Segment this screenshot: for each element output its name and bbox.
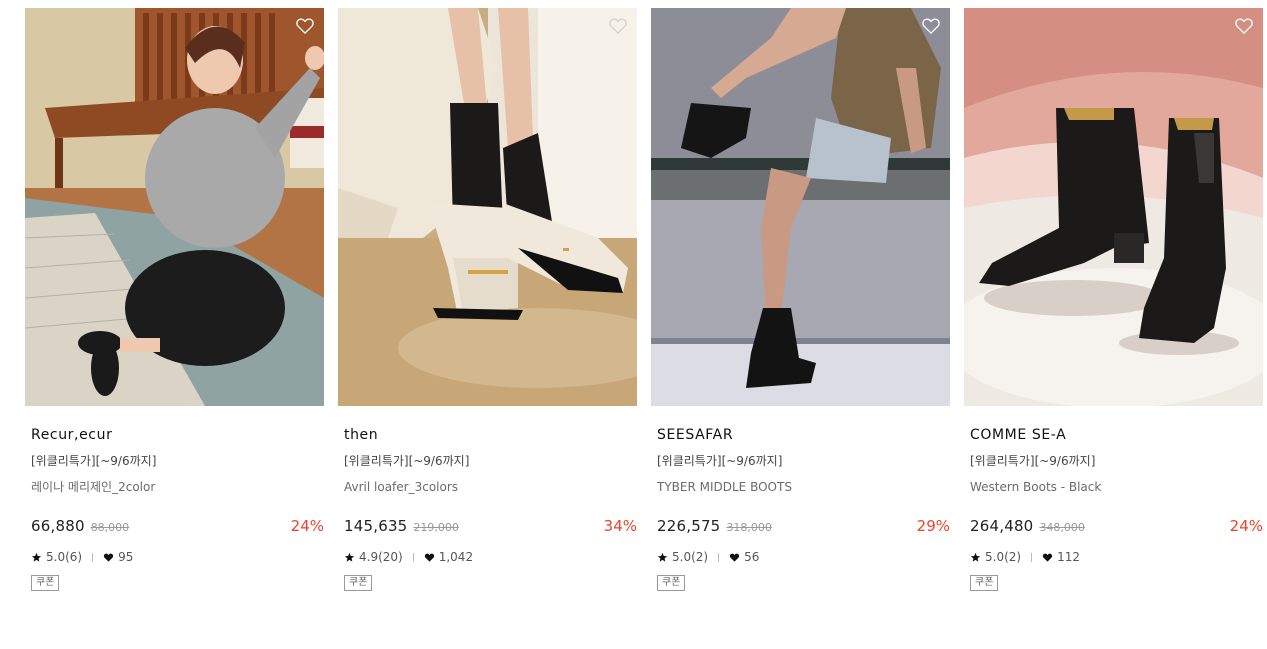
product-stats: 5.0(2) 56 [657, 549, 944, 565]
coupon-badge: 쿠폰 [970, 575, 999, 591]
divider [412, 552, 414, 562]
sale-price: 226,575 [657, 517, 721, 535]
star-icon [657, 552, 668, 563]
likes-count: 56 [744, 550, 760, 564]
product-card[interactable]: then [위클리특가][~9/6까지] Avril loafer_3color… [338, 8, 637, 591]
coupon-badge: 쿠폰 [657, 575, 686, 591]
product-image[interactable] [651, 8, 950, 406]
divider [1031, 552, 1033, 562]
original-price: 88,000 [90, 521, 130, 534]
heart-filled-icon [729, 552, 740, 563]
price-row: 145,635 219,000 34% [344, 517, 637, 539]
promo-tag: [위클리특가][~9/6까지] [31, 454, 157, 468]
product-name[interactable]: TYBER MIDDLE BOOTS [657, 479, 944, 495]
promo-tag: [위클리특가][~9/6까지] [657, 454, 783, 468]
brand-name[interactable]: then [344, 426, 631, 444]
product-photo [964, 8, 1263, 406]
wishlist-heart-icon[interactable] [1234, 16, 1254, 36]
star-icon [31, 552, 42, 563]
discount-rate: 29% [916, 517, 950, 535]
likes-count: 112 [1057, 550, 1080, 564]
product-image[interactable] [338, 8, 637, 406]
product-photo [651, 8, 950, 406]
product-stats: 5.0(2) 112 [970, 549, 1257, 565]
product-stats: 5.0(6) 95 [31, 549, 318, 565]
original-price: 318,000 [726, 521, 772, 534]
promo-tag: [위클리특가][~9/6까지] [344, 454, 470, 468]
original-price: 219,000 [413, 521, 459, 534]
product-card[interactable]: Recur,ecur [위클리특가][~9/6까지] 레이나 메리제인_2col… [25, 8, 324, 591]
product-name[interactable]: 레이나 메리제인_2color [31, 479, 318, 495]
product-photo [338, 8, 637, 406]
rating-value: 5.0(6) [46, 550, 83, 564]
sale-price: 264,480 [970, 517, 1034, 535]
product-image[interactable] [25, 8, 324, 406]
rating-value: 5.0(2) [672, 550, 709, 564]
coupon-badge: 쿠폰 [31, 575, 60, 591]
discount-rate: 34% [603, 517, 637, 535]
product-grid: Recur,ecur [위클리특가][~9/6까지] 레이나 메리제인_2col… [25, 8, 1263, 591]
divider [92, 552, 94, 562]
price-row: 264,480 348,000 24% [970, 517, 1263, 539]
likes-count: 1,042 [438, 550, 474, 564]
product-image[interactable] [964, 8, 1263, 406]
star-icon [970, 552, 981, 563]
rating-value: 4.9(20) [359, 550, 403, 564]
product-name[interactable]: Avril loafer_3colors [344, 479, 631, 495]
wishlist-heart-icon[interactable] [295, 16, 315, 36]
heart-filled-icon [103, 552, 114, 563]
brand-name[interactable]: COMME SE-A [970, 426, 1257, 444]
product-stats: 4.9(20) 1,042 [344, 549, 631, 565]
discount-rate: 24% [290, 517, 324, 535]
likes-count: 95 [118, 550, 134, 564]
sale-price: 66,880 [31, 517, 85, 535]
coupon-badge: 쿠폰 [344, 575, 373, 591]
promo-tag: [위클리특가][~9/6까지] [970, 454, 1096, 468]
discount-rate: 24% [1229, 517, 1263, 535]
rating-value: 5.0(2) [985, 550, 1022, 564]
price-row: 226,575 318,000 29% [657, 517, 950, 539]
heart-filled-icon [1042, 552, 1053, 563]
heart-filled-icon [424, 552, 435, 563]
price-row: 66,880 88,000 24% [31, 517, 324, 539]
divider [718, 552, 720, 562]
brand-name[interactable]: SEESAFAR [657, 426, 944, 444]
wishlist-heart-icon[interactable] [608, 16, 628, 36]
wishlist-heart-icon[interactable] [921, 16, 941, 36]
brand-name[interactable]: Recur,ecur [31, 426, 318, 444]
product-card[interactable]: SEESAFAR [위클리특가][~9/6까지] TYBER MIDDLE BO… [651, 8, 950, 591]
original-price: 348,000 [1039, 521, 1085, 534]
product-photo [25, 8, 324, 406]
product-name[interactable]: Western Boots - Black [970, 479, 1257, 495]
star-icon [344, 552, 355, 563]
sale-price: 145,635 [344, 517, 408, 535]
product-card[interactable]: COMME SE-A [위클리특가][~9/6까지] Western Boots… [964, 8, 1263, 591]
